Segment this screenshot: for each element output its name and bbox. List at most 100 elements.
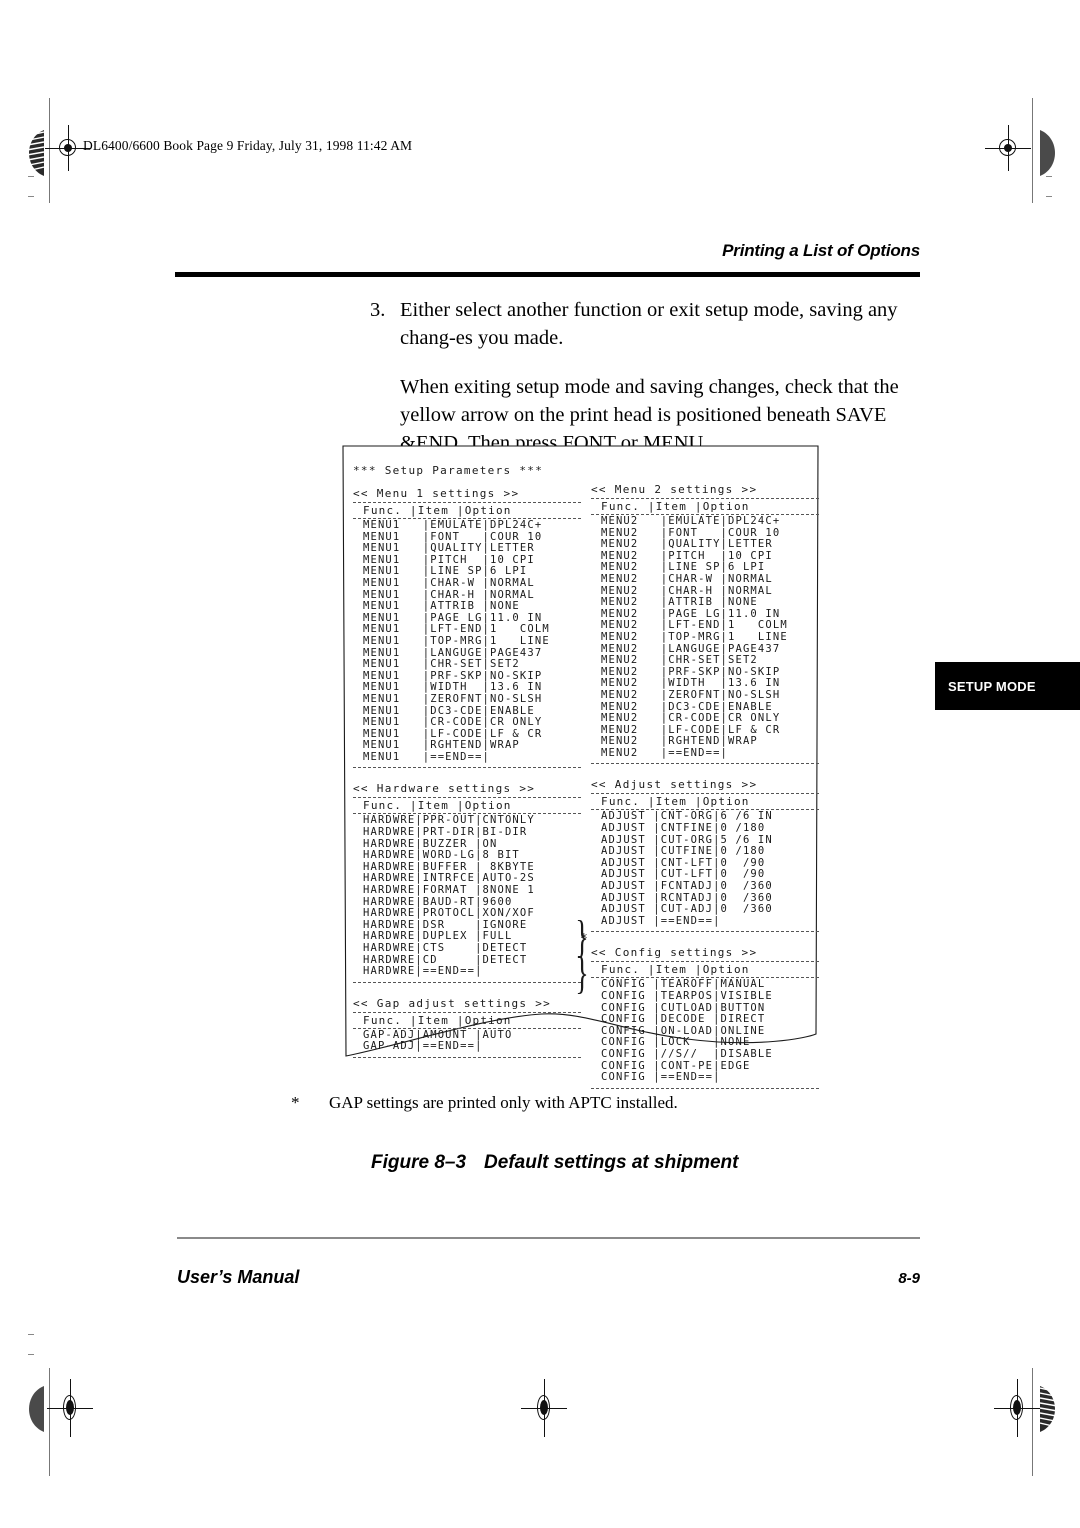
bleed-arc-top-left	[20, 130, 44, 176]
figure-number: Figure 8–3	[371, 1152, 467, 1173]
section-rule	[353, 797, 581, 799]
section-menu1: << Menu 1 settings >> Func. |Item |Optio…	[353, 487, 581, 769]
footer-rule	[177, 1237, 920, 1239]
footer-manual-label: User’s Manual	[177, 1267, 300, 1287]
section-column-header: Func. |Item |Option	[363, 799, 512, 813]
footnote-text: GAP settings are printed only with APTC …	[329, 1093, 678, 1112]
section-rule	[353, 981, 581, 983]
listing-row: MENU2 |TOP-MRG|1 LINE	[601, 630, 788, 643]
listing-row: MENU1 |ATTRIB |NONE	[363, 600, 520, 613]
setup-mode-tab: SETUP MODE	[935, 662, 1080, 710]
trim-line-bottom-left	[49, 1368, 50, 1476]
running-head: Printing a List of Options	[722, 241, 920, 260]
section-rows: HARDWRE|PPR-OUT|CNTONLY HARDWRE|PRT-DIR|…	[353, 815, 581, 977]
section-rows: GAP-ADJ|AMOUNT |AUTO GAP-ADJ|==END==|	[353, 1029, 581, 1053]
listing-row: MENU2 |CHAR-W |NORMAL	[601, 572, 773, 585]
listing-row: CONFIG |//S// |DISABLE	[601, 1047, 773, 1060]
section-rule	[591, 793, 819, 795]
step-text: Either select another function or exit s…	[400, 299, 898, 349]
gap-section-brace: }	[575, 947, 589, 998]
registration-mark-top-left	[45, 125, 91, 171]
listing-row: MENU2 |ATTRIB |NONE	[601, 596, 758, 609]
edge-tick-left-bottom-upper	[28, 1334, 34, 1335]
section-heading: << Menu 1 settings >>	[353, 487, 520, 500]
edge-tick-left-bottom-lower	[28, 1354, 34, 1355]
section-rule	[591, 961, 819, 963]
trim-line-bottom-right	[1032, 1368, 1033, 1476]
listing-row: MENU2 |ZEROFNT|NO-SLSH	[601, 688, 781, 701]
section-heading: << Config settings >>	[591, 946, 758, 960]
section-rule	[353, 502, 581, 503]
listing-row: MENU1 |ZEROFNT|NO-SLSH	[363, 692, 543, 705]
registration-mark-bottom-center	[521, 1379, 567, 1437]
registration-mark-bottom-right	[994, 1379, 1040, 1437]
listing-row: CONFIG |==END==|	[601, 1071, 721, 1084]
listing-row: HARDWRE|FORMAT |8NONE 1	[363, 884, 535, 897]
section-hardware: << Hardware settings >> Func. |Item |Opt…	[353, 782, 581, 983]
section-rule	[353, 767, 581, 769]
section-rows: ADJUST |CNT-ORG|6 /6 IN ADJUST |CNTFINE|…	[591, 811, 819, 927]
section-menu2: << Menu 2 settings >> Func. |Item |Optio…	[591, 483, 819, 765]
listing-row: ADJUST |==END==|	[601, 914, 721, 927]
section-column-header: Func. |Item |Option	[601, 963, 750, 977]
section-rule	[591, 498, 819, 499]
file-stamp: DL6400/6600 Book Page 9 Friday, July 31,…	[83, 138, 413, 153]
body-text-block: 3. Either select another function or exi…	[370, 296, 930, 457]
bleed-arc-bottom-left	[29, 1386, 44, 1432]
listing-row: MENU2 |EMULATE|DPL24C+	[601, 515, 781, 527]
section-adjust: << Adjust settings >> Func. |Item |Optio…	[591, 778, 819, 933]
listing-row: MENU2 |CHR-SET|SET2	[601, 654, 758, 667]
section-column-header: Func. |Item |Option	[601, 500, 750, 513]
trim-line-top-right	[1032, 98, 1033, 203]
edge-tick-right-upper	[1046, 176, 1052, 177]
section-heading: << Adjust settings >>	[591, 778, 758, 792]
footer-page-number: 8-9	[898, 1270, 920, 1287]
edge-tick-left-lower	[28, 196, 34, 197]
registration-mark-top-right	[985, 125, 1031, 171]
section-column-header: Func. |Item |Option	[601, 795, 750, 809]
listing-row: MENU1 |CHR-SET|SET2	[363, 658, 520, 671]
printout-left-column: *** Setup Parameters *** << Menu 1 setti…	[353, 442, 581, 1059]
section-config: << Config settings >> Func. |Item |Optio…	[591, 946, 819, 1089]
listing-row: HARDWRE|==END==|	[363, 965, 483, 978]
listing-row: MENU1 |CR-CODE|CR ONLY	[363, 716, 543, 729]
listing-row: MENU2 |==END==|	[601, 746, 729, 759]
listing-row: MENU2 |CR-CODE|CR ONLY	[601, 712, 781, 725]
listing-row: MENU1 |TOP-MRG|1 LINE	[363, 634, 550, 647]
listing-row: HARDWRE|PRT-DIR|BI-DIR	[363, 826, 528, 839]
listing-row: ADJUST |CNTFINE|0 /180	[601, 822, 766, 835]
section-rows: MENU2 |EMULATE|DPL24C+ MENU2 |FONT |COUR…	[591, 515, 819, 759]
listing-row: MENU1 |EMULATE|DPL24C+	[363, 519, 543, 531]
printout-title: *** Setup Parameters ***	[353, 464, 544, 477]
listing-row: GAP-ADJ|==END==|	[363, 1040, 483, 1053]
section-gap-adjust: << Gap adjust settings >> Func. |Item |O…	[353, 997, 581, 1058]
section-heading: << Hardware settings >>	[353, 782, 536, 796]
section-rows: MENU1 |EMULATE|DPL24C+ MENU1 |FONT |COUR…	[353, 519, 581, 763]
numbered-step-3: 3. Either select another function or exi…	[370, 296, 930, 352]
header-rule	[175, 272, 920, 277]
printout-right-column: << Menu 2 settings >> Func. |Item |Optio…	[591, 442, 819, 1090]
listing-row: MENU1 |==END==|	[363, 750, 491, 763]
section-heading: << Menu 2 settings >>	[591, 483, 758, 496]
listing-row: MENU1 |CHAR-W |NORMAL	[363, 576, 535, 589]
gap-footnote-marker: *	[580, 932, 588, 947]
section-rule	[353, 1011, 581, 1013]
printout-figure: *** Setup Parameters *** << Menu 1 setti…	[337, 442, 824, 1089]
registration-mark-bottom-left	[47, 1379, 93, 1437]
section-rule	[591, 931, 819, 933]
trim-line-top-left	[49, 98, 50, 203]
section-rule	[591, 763, 819, 765]
footnote-marker: *	[291, 1093, 300, 1112]
listing-row: HARDWRE|CTS |DETECT	[363, 942, 528, 954]
figure-footnote: * GAP settings are printed only with APTC…	[291, 1093, 678, 1113]
step-number: 3.	[370, 299, 386, 321]
section-rule	[591, 1087, 819, 1089]
edge-tick-right-lower	[1046, 196, 1052, 197]
listing-row: ADJUST |FCNTADJ|0 /360	[601, 880, 773, 893]
bleed-arc-top-right	[1040, 130, 1055, 176]
section-column-header: Func. |Item |Option	[363, 1013, 512, 1027]
bleed-arc-bottom-right	[1040, 1386, 1064, 1432]
printout-listing: *** Setup Parameters *** << Menu 1 setti…	[337, 442, 824, 1089]
section-column-header: Func. |Item |Option	[363, 504, 512, 517]
figure-title: Default settings at shipment	[484, 1152, 739, 1173]
